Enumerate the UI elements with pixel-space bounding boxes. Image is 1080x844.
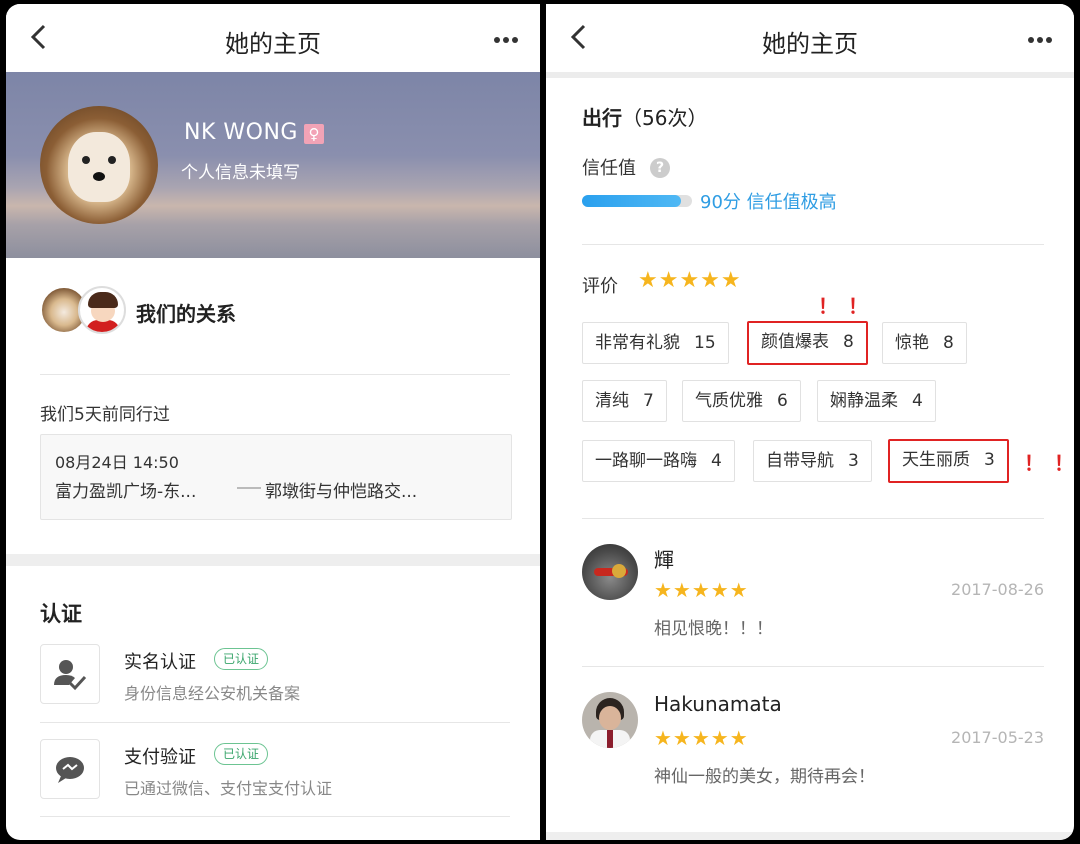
cert-item-realname[interactable]: 实名认证 已认证 身份信息经公安机关备案 — [40, 644, 510, 738]
star-rating-icon: ★★★★★ — [654, 578, 749, 602]
divider — [582, 244, 1044, 245]
tag-label: 惊艳 — [895, 333, 929, 353]
tag-label: 清纯 — [595, 391, 629, 411]
review-text: 相见恨晚！！！ — [654, 619, 773, 639]
help-icon[interactable]: ? — [650, 158, 670, 178]
avatar[interactable] — [582, 692, 638, 748]
tag-count: 3 — [848, 451, 859, 471]
screenshot-frame: 她的主页 NK WONG ♀ 个人信息未填写 我们的关系 我们5天前同行过 08… — [0, 0, 1080, 844]
tag-0[interactable]: 非常有礼貌 15 — [582, 322, 729, 364]
trip-count: 出行（56次） — [582, 102, 707, 131]
nav-bar: 她的主页 — [546, 4, 1074, 72]
cert-item-payment[interactable]: 支付验证 已认证 已通过微信、支付宝支付认证 — [40, 739, 510, 833]
rating-label: 评价 — [582, 276, 618, 297]
star-rating-icon: ★★★★★ — [638, 268, 742, 293]
avatar — [78, 286, 126, 334]
trust-score: 90分 信任值极高 — [700, 192, 837, 213]
page-title: 她的主页 — [225, 30, 321, 58]
review-date: 2017-08-26 — [951, 580, 1044, 599]
cert-name: 支付验证 — [124, 747, 196, 768]
tag-label: 娴静温柔 — [830, 391, 898, 411]
section-separator — [546, 72, 1074, 78]
tag-7[interactable]: 自带导航 3 — [753, 440, 872, 482]
profile-panel-left: 她的主页 NK WONG ♀ 个人信息未填写 我们的关系 我们5天前同行过 08… — [6, 4, 540, 840]
verified-badge: 已认证 — [214, 648, 269, 670]
tag-count: 7 — [643, 391, 654, 411]
profile-panel-right: 她的主页 出行（56次） 信任值 ? 90分 信任值极高 评价 ★★★★★ ！！… — [546, 4, 1074, 840]
review-date: 2017-05-23 — [951, 728, 1044, 747]
tag-count: 15 — [694, 333, 716, 353]
reviewer-name: Hakunamata — [654, 692, 782, 716]
annotation-exclaim: ！！ — [818, 294, 878, 318]
tag-count: 6 — [777, 391, 788, 411]
tag-count: 8 — [843, 332, 854, 352]
cert-name: 实名认证 — [124, 652, 196, 673]
trust-progress-fill — [582, 195, 681, 207]
trip-destination: 郭墩街与仲恺路交... — [265, 482, 418, 502]
tag-5[interactable]: 娴静温柔 4 — [817, 380, 936, 422]
trip-time: 08月24日 14:50 — [55, 453, 179, 472]
tag-count: 4 — [912, 391, 923, 411]
divider — [582, 666, 1044, 667]
tag-label: 一路聊一路嗨 — [595, 451, 697, 471]
tag-8[interactable]: 天生丽质 3 — [888, 439, 1009, 483]
trip-summary: 我们5天前同行过 — [40, 405, 170, 425]
trip-count-value: （56次） — [622, 106, 708, 130]
tag-2[interactable]: 惊艳 8 — [882, 322, 967, 364]
tag-label: 自带导航 — [766, 451, 834, 471]
tag-label: 天生丽质 — [902, 450, 970, 470]
more-icon[interactable] — [1028, 28, 1058, 48]
avatar[interactable] — [40, 106, 158, 224]
trust-progress-bar — [582, 195, 692, 207]
cert-description: 已通过微信、支付宝支付认证 — [124, 779, 333, 798]
review-item: 輝 ★★★★★ 2017-08-26 相见恨晚！！！ — [582, 544, 1044, 664]
divider — [40, 374, 510, 375]
review-text: 神仙一般的美女，期待再会！ — [654, 767, 875, 787]
tag-count: 4 — [711, 451, 722, 471]
trust-label: 信任值 — [582, 158, 636, 179]
divider — [40, 816, 510, 817]
profile-subtitle: 个人信息未填写 — [181, 163, 300, 183]
divider — [40, 722, 510, 723]
tag-label: 颜值爆表 — [761, 332, 829, 352]
user-check-icon — [40, 644, 100, 704]
tag-count: 3 — [984, 450, 995, 470]
tag-3[interactable]: 清纯 7 — [582, 380, 667, 422]
tag-label: 气质优雅 — [695, 391, 763, 411]
certification-title: 认证 — [40, 602, 82, 626]
profile-banner: NK WONG ♀ 个人信息未填写 — [6, 72, 540, 258]
reviewer-name: 輝 — [654, 548, 674, 572]
nav-bar: 她的主页 — [6, 4, 540, 72]
tag-count: 8 — [943, 333, 954, 353]
tag-label: 非常有礼貌 — [595, 333, 680, 353]
more-icon[interactable] — [494, 28, 524, 48]
tag-1[interactable]: 颜值爆表 8 — [747, 321, 868, 365]
annotation-exclaim: ！！ — [1024, 451, 1074, 475]
tag-4[interactable]: 气质优雅 6 — [682, 380, 801, 422]
section-separator — [6, 554, 540, 566]
profile-name: NK WONG — [184, 120, 298, 145]
wechat-icon — [40, 739, 100, 799]
page-title: 她的主页 — [762, 30, 858, 58]
tag-6[interactable]: 一路聊一路嗨 4 — [582, 440, 735, 482]
female-icon: ♀ — [304, 124, 324, 144]
avatar[interactable] — [582, 544, 638, 600]
divider — [582, 518, 1044, 519]
star-rating-icon: ★★★★★ — [654, 726, 749, 750]
trip-card[interactable]: 08月24日 14:50 富力盈凯广场-东... 郭墩街与仲恺路交... — [40, 434, 512, 520]
relationship-title: 我们的关系 — [136, 302, 236, 326]
review-item: Hakunamata ★★★★★ 2017-05-23 神仙一般的美女，期待再会… — [582, 692, 1044, 812]
verified-badge: 已认证 — [214, 743, 269, 765]
trip-label: 出行 — [582, 106, 622, 130]
arrow-right-icon — [237, 487, 261, 489]
cert-description: 身份信息经公安机关备案 — [124, 684, 301, 703]
section-separator — [546, 832, 1074, 840]
trip-origin: 富力盈凯广场-东... — [55, 482, 197, 502]
